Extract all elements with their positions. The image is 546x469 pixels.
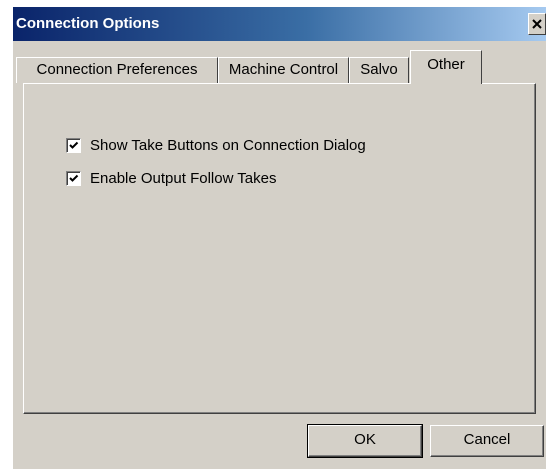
option-enable-output-follow-takes[interactable]: Enable Output Follow Takes — [66, 169, 277, 187]
checkmark-icon — [69, 174, 79, 182]
tab-connection-preferences[interactable]: Connection Preferences — [16, 57, 218, 83]
ok-button[interactable]: OK — [307, 424, 423, 458]
tab-salvo[interactable]: Salvo — [349, 57, 409, 83]
window-title: Connection Options — [16, 15, 160, 32]
option-label: Enable Output Follow Takes — [90, 169, 277, 187]
tab-label: Connection Preferences — [36, 61, 198, 78]
enable-output-follow-takes-checkbox[interactable] — [66, 170, 81, 186]
title-bar[interactable]: Connection Options — [13, 7, 546, 41]
option-show-take-buttons[interactable]: Show Take Buttons on Connection Dialog — [66, 136, 366, 154]
connection-options-dialog: Connection Options Connection Preference… — [13, 7, 546, 469]
tab-label: Salvo — [360, 61, 398, 78]
tab-other[interactable]: Other — [410, 50, 482, 84]
cancel-button[interactable]: Cancel — [430, 425, 544, 457]
close-icon — [532, 19, 542, 29]
show-take-buttons-checkbox[interactable] — [66, 137, 81, 153]
tab-machine-control[interactable]: Machine Control — [218, 57, 349, 83]
tab-label: Other — [427, 56, 465, 73]
checkmark-icon — [69, 141, 79, 149]
tab-label: Machine Control — [228, 61, 339, 78]
tab-panel-other: Show Take Buttons on Connection Dialog E… — [23, 83, 536, 414]
option-label: Show Take Buttons on Connection Dialog — [90, 136, 366, 154]
close-button[interactable] — [528, 13, 546, 35]
